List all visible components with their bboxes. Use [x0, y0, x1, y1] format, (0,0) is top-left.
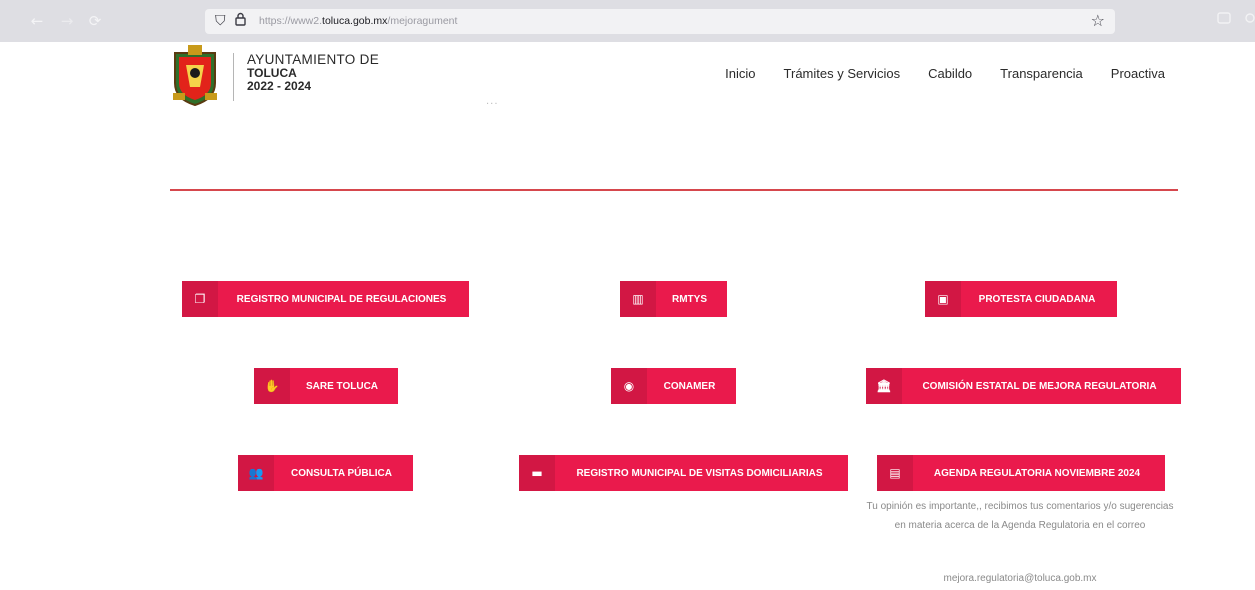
institution-icon: 🏛 [866, 368, 902, 404]
agenda-feedback-note: Tu opinión es importante,, recibimos tus… [866, 501, 1174, 531]
section-divider [170, 189, 1178, 191]
button-label: SARE TOLUCA [305, 380, 379, 392]
comision-estatal-button[interactable]: 🏛 COMISIÓN ESTATAL DE MEJORA REGULATORIA [866, 368, 1181, 404]
nav-cabildo[interactable]: Cabildo [928, 66, 972, 81]
protesta-ciudadana-button[interactable]: ▣ PROTESTA CIUDADANA [925, 281, 1117, 317]
agenda-regulatoria-button[interactable]: ▤ AGENDA REGULATORIA NOVIEMBRE 2024 [877, 455, 1165, 491]
consulta-publica-button[interactable]: 👥 CONSULTA PÚBLICA [238, 455, 413, 491]
browser-toolbar: ← → ⟳ ⛉ https://www2.toluca.gob.mx/mejor… [0, 0, 1255, 42]
reload-icon[interactable]: ⟳ [84, 10, 106, 32]
header-divider [233, 53, 234, 101]
document-icon: ❐ [182, 281, 218, 317]
button-label: REGISTRO MUNICIPAL DE REGULACIONES [236, 293, 447, 305]
sare-toluca-button[interactable]: ✋ SARE TOLUCA [254, 368, 398, 404]
menu-icon[interactable] [1242, 11, 1255, 27]
card-icon: ▬ [519, 455, 555, 491]
button-label: RMTYS [672, 293, 707, 305]
pocket-icon[interactable] [1216, 11, 1232, 27]
contact-email-link[interactable]: mejora.regulatoria@toluca.gob.mx [862, 573, 1178, 584]
menu-glyph [1245, 13, 1255, 23]
hand-icon: ✋ [254, 368, 290, 404]
lock-icon[interactable] [235, 12, 246, 31]
conamer-button[interactable]: ◉ CONAMER [611, 368, 736, 404]
nav-inicio[interactable]: Inicio [725, 66, 755, 81]
brand-line-2: TOLUCA [247, 66, 297, 81]
users-icon: 👥 [238, 455, 274, 491]
registro-visitas-button[interactable]: ▬ REGISTRO MUNICIPAL DE VISITAS DOMICILI… [519, 455, 848, 491]
url-domain: toluca.gob.mx [322, 15, 388, 27]
registro-regulaciones-button[interactable]: ❐ REGISTRO MUNICIPAL DE REGULACIONES [182, 281, 469, 317]
book-icon: ▥ [620, 281, 656, 317]
button-label: AGENDA REGULATORIA NOVIEMBRE 2024 [933, 467, 1141, 479]
url-text[interactable]: https://www2.toluca.gob.mx/mejoragument [259, 14, 457, 29]
forward-icon[interactable]: → [56, 10, 78, 32]
button-label: CONAMER [663, 380, 716, 392]
url-prefix: https://www2. [259, 15, 323, 27]
logo-shield-graphic [173, 45, 217, 107]
button-label: PROTESTA CIUDADANA [978, 293, 1096, 305]
button-label: CONSULTA PÚBLICA [291, 467, 392, 479]
address-bar[interactable]: ⛉ https://www2.toluca.gob.mx/mejoragumen… [205, 9, 1115, 34]
shield-icon[interactable]: ⛉ [215, 12, 226, 30]
nav-tramites-servicios[interactable]: Trámites y Servicios [784, 66, 901, 81]
brand-line-1: AYUNTAMIENTO DE [247, 52, 380, 67]
calendar-icon: ▤ [877, 455, 913, 491]
lock-glyph [235, 12, 246, 26]
nav-proactiva[interactable]: Proactiva [1111, 66, 1165, 81]
toluca-coat-of-arms-logo[interactable] [170, 43, 220, 107]
brand-title: AYUNTAMIENTO DE TOLUCA 2022 - 2024 [247, 52, 380, 93]
brand-line-3: 2022 - 2024 [247, 78, 312, 93]
back-icon[interactable]: ← [26, 10, 48, 32]
main-nav: Inicio Trámites y Servicios Cabildo Tran… [725, 66, 1165, 81]
globe-icon: ◉ [611, 368, 647, 404]
pocket-glyph [1217, 12, 1231, 24]
rmtys-button[interactable]: ▥ RMTYS [620, 281, 727, 317]
url-path: /mejoragument [387, 15, 458, 27]
nav-transparencia[interactable]: Transparencia [1000, 66, 1083, 81]
button-label: REGISTRO MUNICIPAL DE VISITAS DOMICILIAR… [576, 467, 823, 479]
bookmark-star-icon[interactable]: ☆ [1091, 11, 1105, 30]
clipboard-icon: ▣ [925, 281, 961, 317]
button-label: COMISIÓN ESTATAL DE MEJORA REGULATORIA [922, 380, 1157, 392]
decorative-dots: ··· [486, 99, 499, 110]
